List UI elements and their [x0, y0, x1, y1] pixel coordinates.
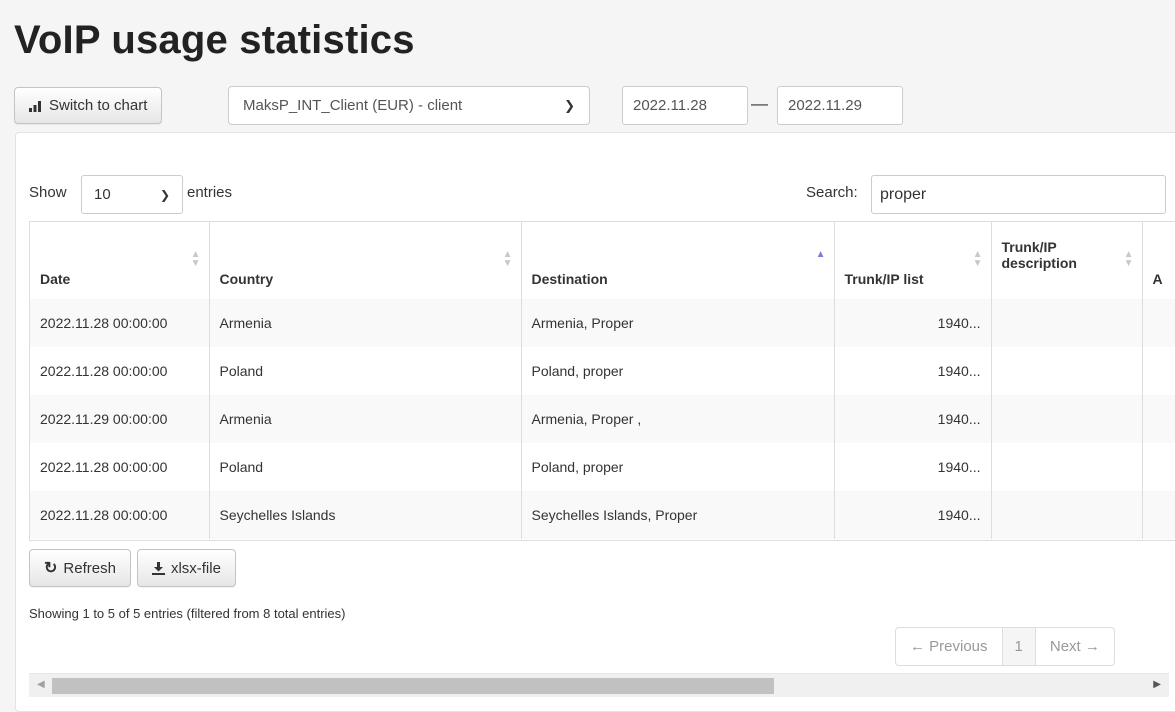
bar-chart-icon: [29, 100, 41, 112]
cell-destination: Seychelles Islands, Proper: [521, 491, 835, 539]
column-header-label: Date: [40, 271, 71, 287]
switch-to-chart-button[interactable]: Switch to chart: [14, 87, 163, 124]
chevron-down-icon: ❯: [159, 187, 170, 202]
horizontal-scrollbar[interactable]: ◀ ▶: [29, 673, 1169, 697]
date-to-value: 2022.11.29: [788, 97, 862, 114]
table-row[interactable]: 2022.11.28 00:00:00 Armenia Armenia, Pro…: [30, 299, 1175, 347]
date-range-separator: —: [751, 94, 768, 113]
cell-truncated: [1142, 443, 1175, 491]
column-header-trunk-ip-description[interactable]: Trunk/IP description ▲ ▼: [991, 222, 1143, 299]
scroll-left-icon[interactable]: ◀: [37, 679, 45, 690]
cell-date: 2022.11.28 00:00:00: [30, 299, 210, 347]
table-info: Showing 1 to 5 of 5 entries (filtered fr…: [29, 606, 346, 621]
cell-date: 2022.11.28 00:00:00: [30, 347, 210, 395]
search-input[interactable]: proper: [871, 175, 1166, 214]
entries-label: entries: [187, 184, 233, 201]
refresh-label: Refresh: [63, 559, 116, 577]
table-row[interactable]: 2022.11.29 00:00:00 Armenia Armenia, Pro…: [30, 395, 1175, 443]
cell-trunk: 1940...: [834, 299, 992, 347]
cell-country: Armenia: [209, 395, 522, 443]
scroll-right-icon[interactable]: ▶: [1153, 679, 1161, 690]
column-header-destination[interactable]: Destination ▲: [521, 222, 835, 299]
cell-destination: Armenia, Proper: [521, 299, 835, 347]
cell-date: 2022.11.28 00:00:00: [30, 491, 210, 539]
cell-trunk: 1940...: [834, 491, 992, 539]
cell-truncated: [1142, 299, 1175, 347]
cell-description: [991, 491, 1143, 539]
download-icon: [151, 561, 165, 575]
column-header-label: Trunk/IP description: [1001, 239, 1077, 271]
cell-country: Poland: [209, 443, 522, 491]
chevron-down-icon: ❯: [564, 97, 575, 113]
column-header-date[interactable]: Date ▲ ▼: [30, 222, 210, 299]
sort-icon: ▲ ▼: [190, 249, 201, 269]
xlsx-download-label: xlsx-file: [170, 559, 221, 577]
cell-trunk: 1940...: [834, 347, 992, 395]
date-to-input[interactable]: 2022.11.29: [777, 86, 903, 125]
switch-to-chart-label: Switch to chart: [49, 97, 148, 114]
page-length-select[interactable]: 10 ❯: [81, 175, 183, 214]
table-row[interactable]: 2022.11.28 00:00:00 Poland Poland, prope…: [30, 347, 1175, 395]
search-input-value: proper: [880, 185, 927, 203]
cell-destination: Poland, proper: [521, 443, 835, 491]
cell-country: Armenia: [209, 299, 522, 347]
table-actions: ↻ Refresh xlsx-file: [29, 549, 236, 587]
column-header-label: A: [1152, 271, 1163, 287]
cell-truncated: [1142, 491, 1175, 539]
cell-trunk: 1940...: [834, 443, 992, 491]
column-header-trunk-ip-list[interactable]: Trunk/IP list ▲ ▼: [834, 222, 992, 299]
date-from-input[interactable]: 2022.11.28: [622, 86, 748, 125]
table-row[interactable]: 2022.11.28 00:00:00 Poland Poland, prope…: [30, 443, 1175, 491]
column-header-label: Country: [219, 271, 274, 287]
column-header-country[interactable]: Country ▲ ▼: [209, 222, 522, 299]
column-header-label: Destination: [531, 271, 608, 287]
cell-date: 2022.11.28 00:00:00: [30, 443, 210, 491]
sort-ascending-icon: ▲: [815, 249, 826, 260]
cell-description: [991, 443, 1143, 491]
cell-description: [991, 395, 1143, 443]
search-label: Search:: [806, 184, 858, 201]
table-header-row: Date ▲ ▼ Country ▲ ▼ Destination ▲ Trunk/I…: [30, 222, 1175, 299]
page-title: VoIP usage statistics: [14, 18, 415, 62]
cell-destination: Poland, proper: [521, 347, 835, 395]
cell-country: Seychelles Islands: [209, 491, 522, 539]
pagination-next[interactable]: Next →: [1036, 628, 1114, 665]
column-header-truncated[interactable]: A: [1142, 222, 1175, 299]
refresh-button[interactable]: ↻ Refresh: [29, 549, 131, 587]
pagination-page-1[interactable]: 1: [1002, 628, 1036, 665]
page-length-value: 10: [94, 186, 111, 203]
xlsx-download-button[interactable]: xlsx-file: [136, 549, 236, 587]
date-from-value: 2022.11.28: [633, 97, 707, 114]
client-select-value: MaksP_INT_Client (EUR) - client: [243, 97, 463, 114]
cell-country: Poland: [209, 347, 522, 395]
sort-icon: ▲ ▼: [972, 249, 983, 269]
refresh-icon: ↻: [44, 560, 58, 577]
cell-date: 2022.11.29 00:00:00: [30, 395, 210, 443]
show-label: Show: [29, 184, 67, 201]
scrollbar-thumb[interactable]: [52, 678, 774, 694]
cell-destination: Armenia, Proper ,: [521, 395, 835, 443]
statistics-table: Date ▲ ▼ Country ▲ ▼ Destination ▲ Trunk/I…: [29, 221, 1175, 541]
pagination: ← Previous 1 Next →: [895, 627, 1115, 666]
table-row[interactable]: 2022.11.28 00:00:00 Seychelles Islands S…: [30, 491, 1175, 539]
client-select[interactable]: MaksP_INT_Client (EUR) - client ❯: [228, 86, 590, 125]
cell-description: [991, 299, 1143, 347]
column-header-label: Trunk/IP list: [844, 271, 924, 287]
pagination-previous[interactable]: ← Previous: [896, 628, 1003, 665]
cell-truncated: [1142, 347, 1175, 395]
cell-description: [991, 347, 1143, 395]
sort-icon: ▲ ▼: [502, 249, 513, 269]
cell-trunk: 1940...: [834, 395, 992, 443]
cell-truncated: [1142, 395, 1175, 443]
sort-icon: ▲ ▼: [1123, 249, 1134, 269]
